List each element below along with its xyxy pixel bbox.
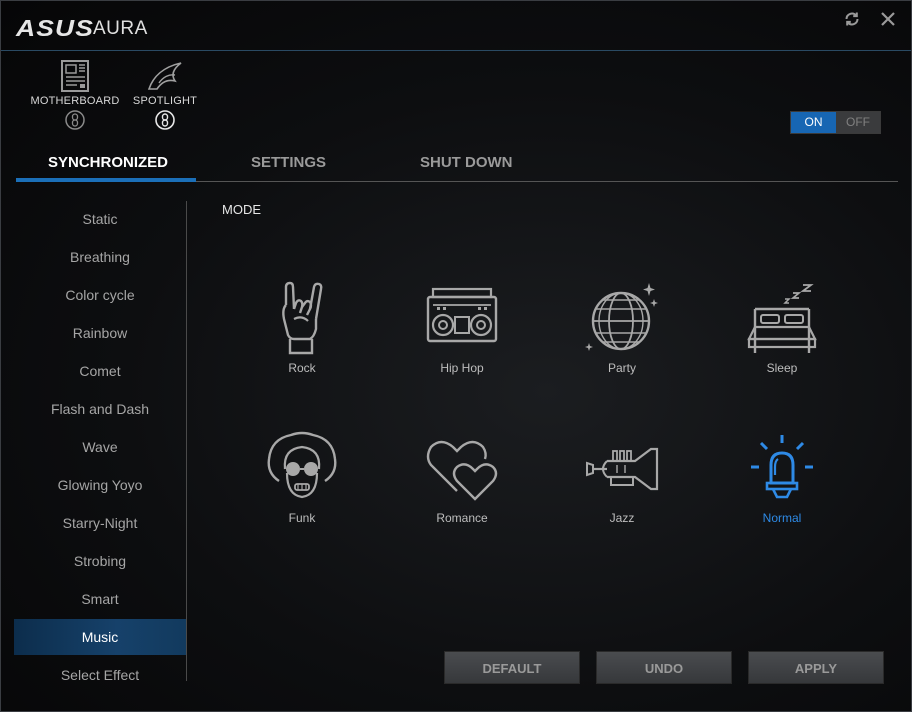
- sidebar-item-comet[interactable]: Comet: [14, 353, 186, 389]
- power-toggle[interactable]: ON OFF: [790, 111, 881, 134]
- mode-normal[interactable]: Normal: [722, 429, 842, 559]
- mode-name: Hip Hop: [440, 361, 484, 375]
- device-motherboard[interactable]: MOTHERBOARD: [30, 59, 120, 130]
- toggle-off-button[interactable]: OFF: [836, 112, 880, 133]
- device-spotlight[interactable]: SPOTLIGHT: [120, 59, 210, 130]
- boombox-icon: [426, 287, 498, 343]
- rock-hand-icon: [282, 281, 323, 355]
- bed-icon: [747, 284, 817, 353]
- sidebar-item-glowing-yoyo[interactable]: Glowing Yoyo: [14, 467, 186, 503]
- aura-window: ASUS AURA MOTHERBOARD SPOTLIGHT ON OFF S…: [0, 0, 912, 712]
- toggle-on-button[interactable]: ON: [791, 112, 836, 133]
- app-title: AURA: [93, 18, 148, 39]
- motherboard-icon: [61, 60, 89, 92]
- sidebar-item-starry-night[interactable]: Starry-Night: [14, 505, 186, 541]
- disco-ball-icon: [585, 283, 658, 351]
- sidebar-item-breathing[interactable]: Breathing: [14, 239, 186, 275]
- tab-shut-down[interactable]: SHUT DOWN: [420, 154, 513, 171]
- hearts-icon: [426, 440, 498, 501]
- sidebar-divider: [186, 201, 187, 681]
- refresh-icon[interactable]: [842, 9, 862, 29]
- mode-name: Jazz: [609, 511, 635, 525]
- mode-name: Party: [607, 361, 636, 375]
- sidebar-item-rainbow[interactable]: Rainbow: [14, 315, 186, 351]
- close-icon[interactable]: [878, 9, 898, 29]
- mode-name: Normal: [762, 511, 802, 525]
- sidebar-item-select-effect[interactable]: Select Effect: [14, 657, 186, 693]
- mode-sleep[interactable]: Sleep: [722, 279, 842, 409]
- mode-funk[interactable]: Funk: [242, 429, 362, 559]
- sidebar-item-strobing[interactable]: Strobing: [14, 543, 186, 579]
- mode-party[interactable]: Party: [562, 279, 682, 409]
- mode-heading: MODE: [222, 202, 261, 217]
- light-bulb-icon: [751, 435, 813, 499]
- device-label: SPOTLIGHT: [132, 95, 198, 107]
- apply-button[interactable]: APPLY: [748, 651, 884, 684]
- tab-settings[interactable]: SETTINGS: [251, 154, 326, 171]
- mode-name: Rock: [288, 361, 316, 375]
- mode-rock[interactable]: Rock: [242, 279, 362, 409]
- mode-name: Funk: [288, 511, 316, 525]
- title-bar: ASUS AURA: [1, 1, 911, 51]
- tab-synchronized[interactable]: SYNCHRONIZED: [48, 154, 168, 171]
- sidebar-item-music[interactable]: Music: [14, 619, 186, 655]
- sync-link-icon: [155, 110, 175, 130]
- sidebar-item-color-cycle[interactable]: Color cycle: [14, 277, 186, 313]
- trumpet-icon: [586, 447, 659, 491]
- sidebar-item-wave[interactable]: Wave: [14, 429, 186, 465]
- default-button[interactable]: DEFAULT: [444, 651, 580, 684]
- mode-name: Romance: [436, 511, 488, 525]
- undo-button[interactable]: UNDO: [596, 651, 732, 684]
- mode-jazz[interactable]: Jazz: [562, 429, 682, 559]
- main-tabs: SYNCHRONIZED SETTINGS SHUT DOWN: [16, 147, 898, 182]
- afro-face-icon: [267, 431, 337, 499]
- active-tab-indicator: [16, 178, 196, 182]
- mode-name: Sleep: [766, 361, 798, 375]
- sidebar-item-flash-and-dash[interactable]: Flash and Dash: [14, 391, 186, 427]
- sync-link-icon: [65, 110, 85, 130]
- device-label: MOTHERBOARD: [30, 95, 120, 107]
- sidebar-item-smart[interactable]: Smart: [14, 581, 186, 617]
- sidebar-item-static[interactable]: Static: [14, 201, 186, 237]
- mode-romance[interactable]: Romance: [402, 429, 522, 559]
- mode-hip-hop[interactable]: Hip Hop: [402, 279, 522, 409]
- asus-logo: ASUS: [16, 15, 95, 41]
- rog-eye-icon: [147, 62, 182, 90]
